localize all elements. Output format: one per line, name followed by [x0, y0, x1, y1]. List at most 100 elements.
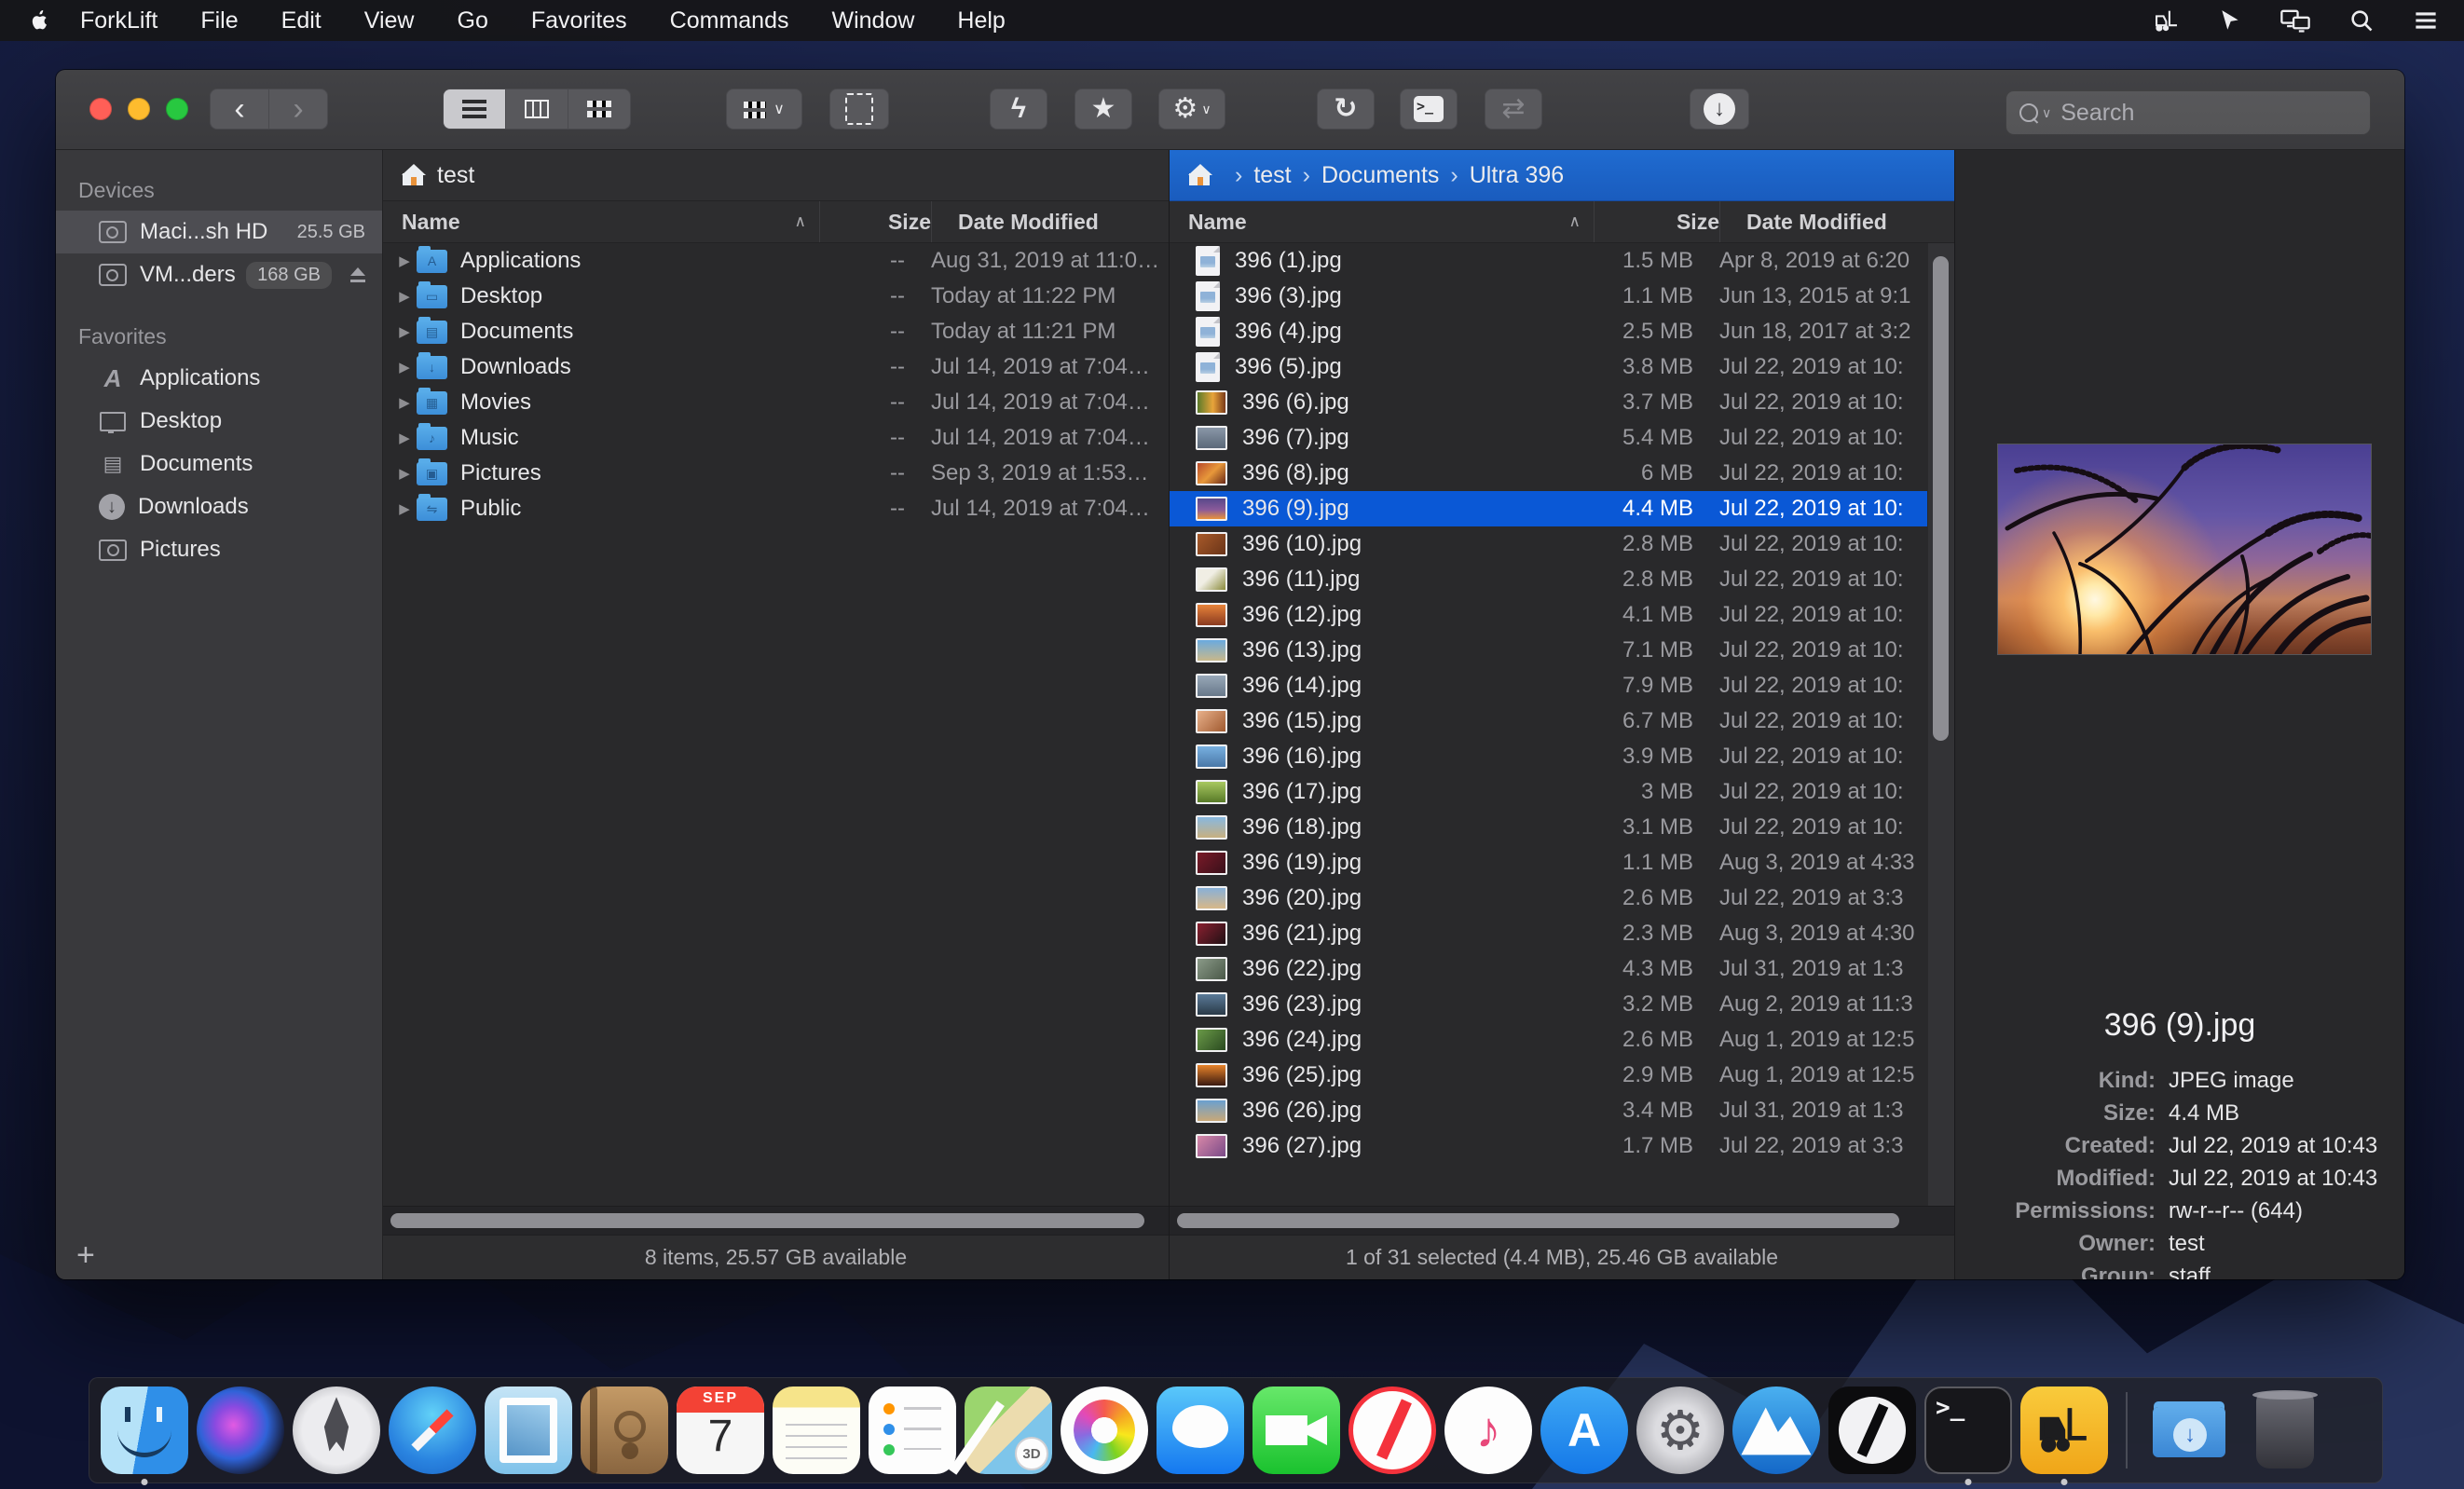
column-header-name[interactable]: Name ∧	[1170, 210, 1594, 235]
file-row[interactable]: 396 (15).jpg 6.7 MB Jul 22, 2019 at 10:	[1170, 704, 1954, 739]
disclosure-triangle-icon[interactable]: ▶	[392, 394, 417, 411]
column-header-size[interactable]: Size	[1594, 201, 1719, 242]
list-view-button[interactable]	[444, 89, 505, 129]
sidebar-favorite-item[interactable]: ↓ Downloads	[56, 485, 382, 528]
file-row[interactable]: 396 (11).jpg 2.8 MB Jul 22, 2019 at 10:	[1170, 562, 1954, 597]
dock-notes-icon[interactable]	[773, 1387, 860, 1474]
sidebar-device-macintosh-hd[interactable]: Maci...sh HD 25.5 GB	[56, 211, 382, 253]
compare-button[interactable]: ⇄	[1485, 89, 1542, 130]
dock-appstore-icon[interactable]	[1540, 1387, 1628, 1474]
left-horizontal-scrollbar[interactable]	[383, 1206, 1169, 1235]
disclosure-triangle-icon[interactable]: ▶	[392, 288, 417, 305]
menu-item[interactable]: Edit	[281, 7, 322, 34]
dock-safari-icon[interactable]	[389, 1387, 476, 1474]
file-row[interactable]: 396 (27).jpg 1.7 MB Jul 22, 2019 at 3:3	[1170, 1128, 1954, 1164]
column-header-date[interactable]: Date Modified	[931, 201, 1169, 242]
close-button[interactable]	[89, 98, 112, 120]
menu-item[interactable]: View	[364, 7, 415, 34]
favorites-button[interactable]: ★	[1075, 89, 1132, 130]
dock-maps-icon[interactable]: 3D	[965, 1387, 1052, 1474]
dock-mountain-app-icon[interactable]	[1732, 1387, 1820, 1474]
file-row[interactable]: 396 (22).jpg 4.3 MB Jul 31, 2019 at 1:3	[1170, 951, 1954, 987]
disclosure-triangle-icon[interactable]: ▶	[392, 359, 417, 376]
dock-launchpad-icon[interactable]	[293, 1387, 380, 1474]
file-row[interactable]: 396 (19).jpg 1.1 MB Aug 3, 2019 at 4:33	[1170, 845, 1954, 881]
file-row[interactable]: 396 (3).jpg 1.1 MB Jun 13, 2015 at 9:1	[1170, 279, 1954, 314]
search-field[interactable]: ∨ Search	[2005, 90, 2371, 135]
dock-news-icon[interactable]	[1348, 1387, 1436, 1474]
file-row[interactable]: 396 (9).jpg 4.4 MB Jul 22, 2019 at 10:	[1170, 491, 1954, 526]
file-row[interactable]: 396 (10).jpg 2.8 MB Jul 22, 2019 at 10:	[1170, 526, 1954, 562]
breadcrumb-item[interactable]: › Ultra 396	[1439, 162, 1564, 189]
menu-item[interactable]: Commands	[670, 7, 789, 34]
menu-item[interactable]: Help	[957, 7, 1005, 34]
dock-trash-icon[interactable]	[2241, 1387, 2329, 1474]
file-row[interactable]: 396 (14).jpg 7.9 MB Jul 22, 2019 at 10:	[1170, 668, 1954, 704]
column-view-button[interactable]	[505, 89, 568, 129]
actions-button[interactable]: ⚙ ∨	[1158, 89, 1225, 130]
apple-menu-icon[interactable]	[28, 8, 48, 33]
file-row[interactable]: 396 (21).jpg 2.3 MB Aug 3, 2019 at 4:30	[1170, 916, 1954, 951]
sidebar-favorite-item[interactable]: ▤ Documents	[56, 443, 382, 485]
disclosure-triangle-icon[interactable]: ▶	[392, 500, 417, 517]
folder-row[interactable]: ▶ ▭ Desktop -- Today at 11:22 PM	[383, 279, 1169, 314]
add-favorite-button[interactable]: +	[76, 1237, 95, 1274]
disclosure-triangle-icon[interactable]: ▶	[392, 430, 417, 446]
folder-row[interactable]: ▶ A Applications -- Aug 31, 2019 at 11:0…	[383, 243, 1169, 279]
forklift-icon[interactable]	[2153, 7, 2181, 34]
menu-item[interactable]: Go	[458, 7, 488, 34]
file-row[interactable]: 396 (18).jpg 3.1 MB Jul 22, 2019 at 10:	[1170, 810, 1954, 845]
notification-center-icon[interactable]	[2412, 8, 2440, 33]
folder-row[interactable]: ▶ ▤ Documents -- Today at 11:21 PM	[383, 314, 1169, 349]
breadcrumb-item[interactable]: › Documents	[1292, 162, 1440, 189]
dock-forklift-icon[interactable]	[2020, 1387, 2108, 1474]
back-button[interactable]: ‹	[211, 89, 268, 129]
file-row[interactable]: 396 (20).jpg 2.6 MB Jul 22, 2019 at 3:3	[1170, 881, 1954, 916]
sync-button[interactable]: ↻	[1317, 89, 1375, 130]
displays-icon[interactable]	[2279, 7, 2311, 34]
activities-button[interactable]: ϟ	[990, 89, 1047, 130]
dock-siri-icon[interactable]	[197, 1387, 284, 1474]
folder-row[interactable]: ▶ ⇋ Public -- Jul 14, 2019 at 7:04…	[383, 491, 1169, 526]
dock-facetime-icon[interactable]	[1253, 1387, 1340, 1474]
folder-row[interactable]: ▶ ▦ Movies -- Jul 14, 2019 at 7:04…	[383, 385, 1169, 420]
menu-item[interactable]: ForkLift	[80, 7, 157, 34]
disclosure-triangle-icon[interactable]: ▶	[392, 253, 417, 269]
file-row[interactable]: 396 (12).jpg 4.1 MB Jul 22, 2019 at 10:	[1170, 597, 1954, 633]
dock-mail-icon[interactable]	[485, 1387, 572, 1474]
file-row[interactable]: 396 (7).jpg 5.4 MB Jul 22, 2019 at 10:	[1170, 420, 1954, 456]
arrange-button[interactable]: ∨	[726, 89, 802, 130]
dock-contacts-icon[interactable]	[581, 1387, 668, 1474]
column-header-date[interactable]: Date Modified	[1719, 201, 1954, 242]
scrollbar-thumb[interactable]	[1933, 256, 1949, 741]
dock-terminal-icon[interactable]: >_	[1924, 1387, 2012, 1474]
dock-black-app-icon[interactable]	[1828, 1387, 1916, 1474]
dock-calendar-icon[interactable]: SEP7	[677, 1387, 764, 1474]
transfers-button[interactable]: ↓	[1690, 89, 1749, 130]
file-row[interactable]: 396 (24).jpg 2.6 MB Aug 1, 2019 at 12:5	[1170, 1022, 1954, 1058]
forward-button[interactable]: ›	[268, 89, 327, 129]
left-path-bar[interactable]: test	[383, 150, 1169, 201]
folder-row[interactable]: ▶ ▣ Pictures -- Sep 3, 2019 at 1:53…	[383, 456, 1169, 491]
folder-row[interactable]: ▶ ♪ Music -- Jul 14, 2019 at 7:04…	[383, 420, 1169, 456]
icon-view-button[interactable]	[568, 89, 630, 129]
file-row[interactable]: 396 (6).jpg 3.7 MB Jul 22, 2019 at 10:	[1170, 385, 1954, 420]
dock-finder-icon[interactable]	[101, 1387, 188, 1474]
zoom-button[interactable]	[166, 98, 188, 120]
right-horizontal-scrollbar[interactable]	[1170, 1206, 1954, 1235]
menu-item[interactable]: File	[200, 7, 238, 34]
breadcrumb-item[interactable]: › test	[1224, 162, 1292, 189]
menu-item[interactable]: Window	[832, 7, 915, 34]
file-row[interactable]: 396 (23).jpg 3.2 MB Aug 2, 2019 at 11:3	[1170, 987, 1954, 1022]
disclosure-triangle-icon[interactable]: ▶	[392, 323, 417, 340]
menu-item[interactable]: Favorites	[531, 7, 627, 34]
dock-photos-icon[interactable]	[1061, 1387, 1148, 1474]
file-row[interactable]: 396 (1).jpg 1.5 MB Apr 8, 2019 at 6:20	[1170, 243, 1954, 279]
dock-system-preferences-icon[interactable]	[1636, 1387, 1724, 1474]
file-row[interactable]: 396 (16).jpg 3.9 MB Jul 22, 2019 at 10:	[1170, 739, 1954, 774]
eject-icon[interactable]	[349, 267, 367, 282]
file-row[interactable]: 396 (8).jpg 6 MB Jul 22, 2019 at 10:	[1170, 456, 1954, 491]
sidebar-favorite-item[interactable]: Desktop	[56, 400, 382, 443]
sidebar-favorite-item[interactable]: Pictures	[56, 528, 382, 571]
pointer-icon[interactable]	[2218, 8, 2242, 33]
